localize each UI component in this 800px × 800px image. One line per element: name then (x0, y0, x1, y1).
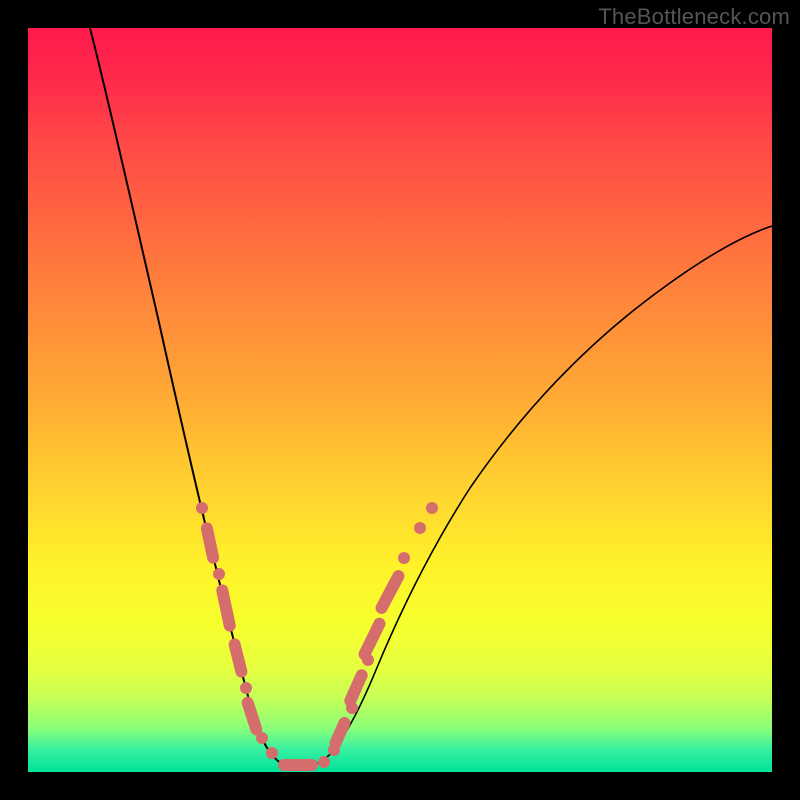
marker-pill (240, 695, 264, 737)
marker-pill (328, 715, 353, 751)
marker-pill (342, 667, 369, 708)
marker-pill (278, 759, 318, 771)
marker-group-right (328, 502, 438, 756)
curve-left-branch (90, 28, 296, 768)
marker-pill (227, 637, 248, 679)
chart-stage: TheBottleneck.com (0, 0, 800, 800)
bottleneck-curve (28, 28, 772, 772)
marker-dot (414, 522, 426, 534)
curve-right-branch (296, 226, 772, 768)
marker-group-bottom (278, 756, 330, 771)
marker-dot (240, 682, 252, 694)
marker-group-left (196, 502, 278, 759)
marker-dot (256, 732, 268, 744)
plot-area (28, 28, 772, 772)
marker-dot (426, 502, 438, 514)
watermark-text: TheBottleneck.com (598, 4, 790, 30)
marker-dot (318, 756, 330, 768)
marker-dot (213, 568, 225, 580)
marker-pill (373, 568, 406, 616)
marker-pill (200, 521, 220, 565)
marker-dot (266, 747, 278, 759)
marker-dot (398, 552, 410, 564)
marker-dot (196, 502, 208, 514)
marker-pill (215, 583, 237, 632)
